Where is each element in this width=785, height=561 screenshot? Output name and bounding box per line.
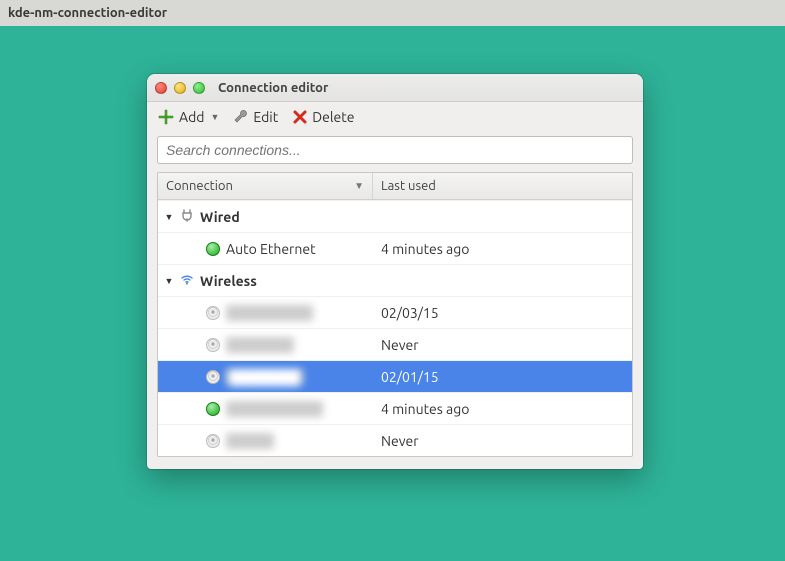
connection-name: ████████	[226, 305, 313, 321]
status-inactive-icon	[206, 370, 220, 384]
search-row	[147, 132, 643, 172]
sort-desc-icon: ▼	[354, 180, 364, 192]
edit-label: Edit	[253, 109, 278, 125]
connection-name: █████████	[226, 401, 323, 417]
delete-button[interactable]: Delete	[292, 109, 354, 125]
status-active-icon	[206, 402, 220, 416]
group-label: Wired	[200, 209, 240, 225]
connection-row[interactable]: ████ Never	[158, 424, 632, 456]
wifi-icon	[180, 272, 194, 289]
group-label: Wireless	[200, 273, 257, 289]
status-active-icon	[206, 242, 220, 256]
desktop-titlebar: kde-nm-connection-editor	[0, 0, 785, 26]
delete-x-icon	[292, 109, 308, 125]
status-inactive-icon	[206, 306, 220, 320]
column-header-last-used[interactable]: Last used	[373, 173, 632, 199]
list-header: Connection ▼ Last used	[158, 173, 632, 200]
edit-button[interactable]: Edit	[233, 109, 278, 125]
plus-icon	[157, 108, 175, 126]
connection-name: ██████	[226, 337, 294, 353]
last-used-value: Never	[373, 337, 632, 353]
last-used-value: Never	[373, 433, 632, 449]
column-header-connection[interactable]: Connection ▼	[158, 173, 373, 199]
window-titlebar[interactable]: Connection editor	[147, 74, 643, 102]
last-used-value: 4 minutes ago	[373, 401, 632, 417]
search-input[interactable]	[157, 136, 633, 164]
expand-toggle-icon[interactable]: ▼	[164, 212, 174, 222]
last-used-value: 02/03/15	[373, 305, 632, 321]
last-used-value: 4 minutes ago	[373, 241, 632, 257]
status-inactive-icon	[206, 338, 220, 352]
connection-row[interactable]: ██████ Never	[158, 328, 632, 360]
group-row[interactable]: ▼ Wired	[158, 200, 632, 232]
connection-row[interactable]: █████████ 4 minutes ago	[158, 392, 632, 424]
chevron-down-icon: ▼	[210, 112, 219, 122]
maximize-icon[interactable]	[193, 82, 205, 94]
toolbar: Add ▼ Edit Delete	[147, 102, 643, 132]
wrench-icon	[233, 109, 249, 125]
delete-label: Delete	[312, 109, 354, 125]
connection-row[interactable]: ███████ 02/01/15	[158, 360, 632, 392]
last-used-value: 02/01/15	[373, 369, 632, 385]
group-row[interactable]: ▼ Wireless	[158, 264, 632, 296]
close-icon[interactable]	[155, 82, 167, 94]
expand-toggle-icon[interactable]: ▼	[164, 276, 174, 286]
status-inactive-icon	[206, 434, 220, 448]
connection-row[interactable]: ████████ 02/03/15	[158, 296, 632, 328]
connection-row[interactable]: Auto Ethernet 4 minutes ago	[158, 232, 632, 264]
window-title: Connection editor	[218, 81, 328, 95]
connection-name: Auto Ethernet	[226, 241, 316, 257]
minimize-icon[interactable]	[174, 82, 186, 94]
connection-list: Connection ▼ Last used ▼ Wired Auto Ethern…	[157, 172, 633, 457]
add-label: Add	[179, 109, 204, 125]
desktop-title: kde-nm-connection-editor	[8, 6, 167, 20]
add-button[interactable]: Add ▼	[157, 108, 219, 126]
plug-icon	[180, 208, 194, 225]
connection-name: ████	[226, 433, 274, 449]
connection-editor-window: Connection editor Add ▼ Edit Delete	[147, 74, 643, 469]
connection-name: ███████	[226, 369, 303, 385]
